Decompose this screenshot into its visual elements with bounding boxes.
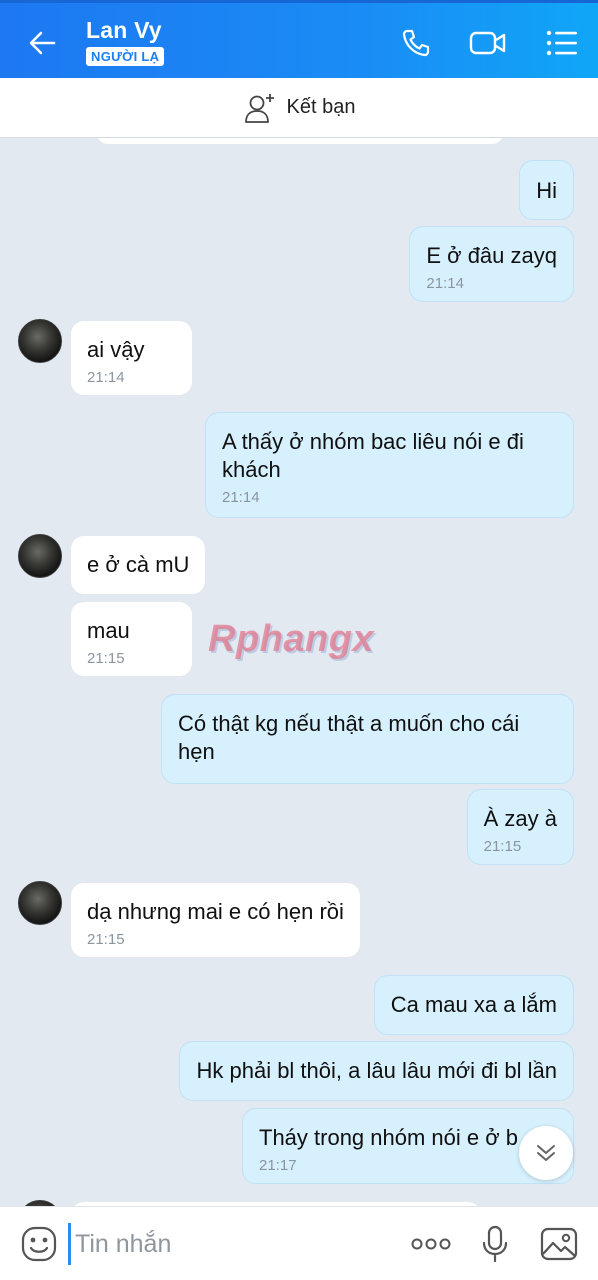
message-text: Hi [536, 178, 557, 203]
add-friend-icon [244, 93, 274, 123]
partial-message-bubble[interactable] [95, 138, 505, 145]
message-bubble-outgoing[interactable]: Hi [519, 160, 574, 220]
message-composer [0, 1206, 598, 1280]
message-bubble-outgoing[interactable]: À zay à 21:15 [466, 789, 574, 865]
message-bubble-outgoing[interactable]: A thấy ở nhóm bac liêu nói e đi khách 21… [205, 412, 574, 518]
message-bubble-outgoing[interactable]: E ở đâu zayq 21:14 [409, 226, 574, 302]
message-text: dạ nhưng mai e có hẹn rồi [87, 899, 344, 924]
chat-header: Lan Vy NGƯỜI LẠ [0, 0, 598, 78]
send-image-button[interactable] [536, 1221, 582, 1267]
contact-avatar[interactable] [18, 319, 62, 363]
message-bubble-outgoing[interactable]: Có thật kg nếu thật a muốn cho cái hẹn [161, 694, 574, 784]
message-bubble-incoming[interactable]: e ở cà mU [70, 535, 207, 595]
microphone-icon [482, 1225, 508, 1263]
message-text: Ca mau xa a lắm [390, 992, 557, 1017]
voice-message-button[interactable] [472, 1221, 518, 1267]
message-text: À zay à [483, 806, 557, 831]
message-text: e ở cà mU [87, 552, 190, 577]
video-call-button[interactable] [468, 23, 508, 63]
message-bubble-incoming[interactable]: dạ nhưng mai e có hẹn rồi 21:15 [70, 882, 361, 958]
emoji-icon [21, 1226, 57, 1262]
message-time: 21:15 [87, 931, 125, 948]
back-arrow-icon [29, 31, 56, 55]
message-text: ai vậy [87, 337, 145, 362]
back-button[interactable] [22, 23, 62, 63]
voice-call-button[interactable] [396, 23, 436, 63]
message-bubble-incoming[interactable]: ai vậy 21:14 [70, 320, 193, 396]
options-button[interactable] [542, 23, 582, 63]
message-bubble-outgoing[interactable]: Hk phải bl thôi, a lâu lâu mới đi bl lần [179, 1041, 574, 1101]
image-icon [540, 1227, 578, 1261]
message-list[interactable]: Hi E ở đâu zayq 21:14 ai vậy 21:14 A thấ… [0, 138, 598, 1206]
message-text: Hk phải bl thôi, a lâu lâu mới đi bl lần [196, 1058, 557, 1083]
scroll-to-bottom-button[interactable] [519, 1126, 573, 1180]
video-call-icon [469, 31, 506, 55]
message-time: 21:14 [222, 489, 260, 506]
message-text: A thấy ở nhóm bac liêu nói e đi khách [222, 429, 524, 482]
message-text: Tháy trong nhóm nói e ở b [259, 1125, 519, 1150]
contact-avatar[interactable] [18, 881, 62, 925]
message-time: 21:14 [87, 369, 125, 386]
add-friend-bar[interactable]: Kết bạn [0, 78, 598, 138]
message-time: 21:17 [259, 1157, 297, 1174]
phone-icon [402, 29, 430, 57]
add-friend-label: Kết bạn [286, 96, 356, 118]
watermark: Rphangx [208, 618, 375, 660]
message-text: E ở đâu zayq [426, 243, 557, 268]
contact-avatar[interactable] [18, 534, 62, 578]
more-button[interactable] [408, 1221, 454, 1267]
message-time: 21:15 [87, 650, 125, 667]
stranger-badge: NGƯỜI LẠ [86, 47, 165, 66]
menu-icon [546, 30, 577, 56]
message-time: 21:14 [426, 275, 464, 292]
more-icon [411, 1238, 451, 1250]
chevron-down-icon [537, 1145, 555, 1161]
contact-name[interactable]: Lan Vy [86, 17, 162, 44]
message-input[interactable] [68, 1223, 388, 1265]
emoji-button[interactable] [16, 1221, 62, 1267]
message-text: Có thật kg nếu thật a muốn cho cái hẹn [178, 711, 520, 764]
message-time: 21:15 [483, 838, 522, 855]
message-bubble-outgoing[interactable]: Ca mau xa a lắm [373, 975, 574, 1035]
message-bubble-incoming[interactable]: mau 21:15 [70, 601, 193, 677]
message-text: mau [87, 618, 130, 643]
